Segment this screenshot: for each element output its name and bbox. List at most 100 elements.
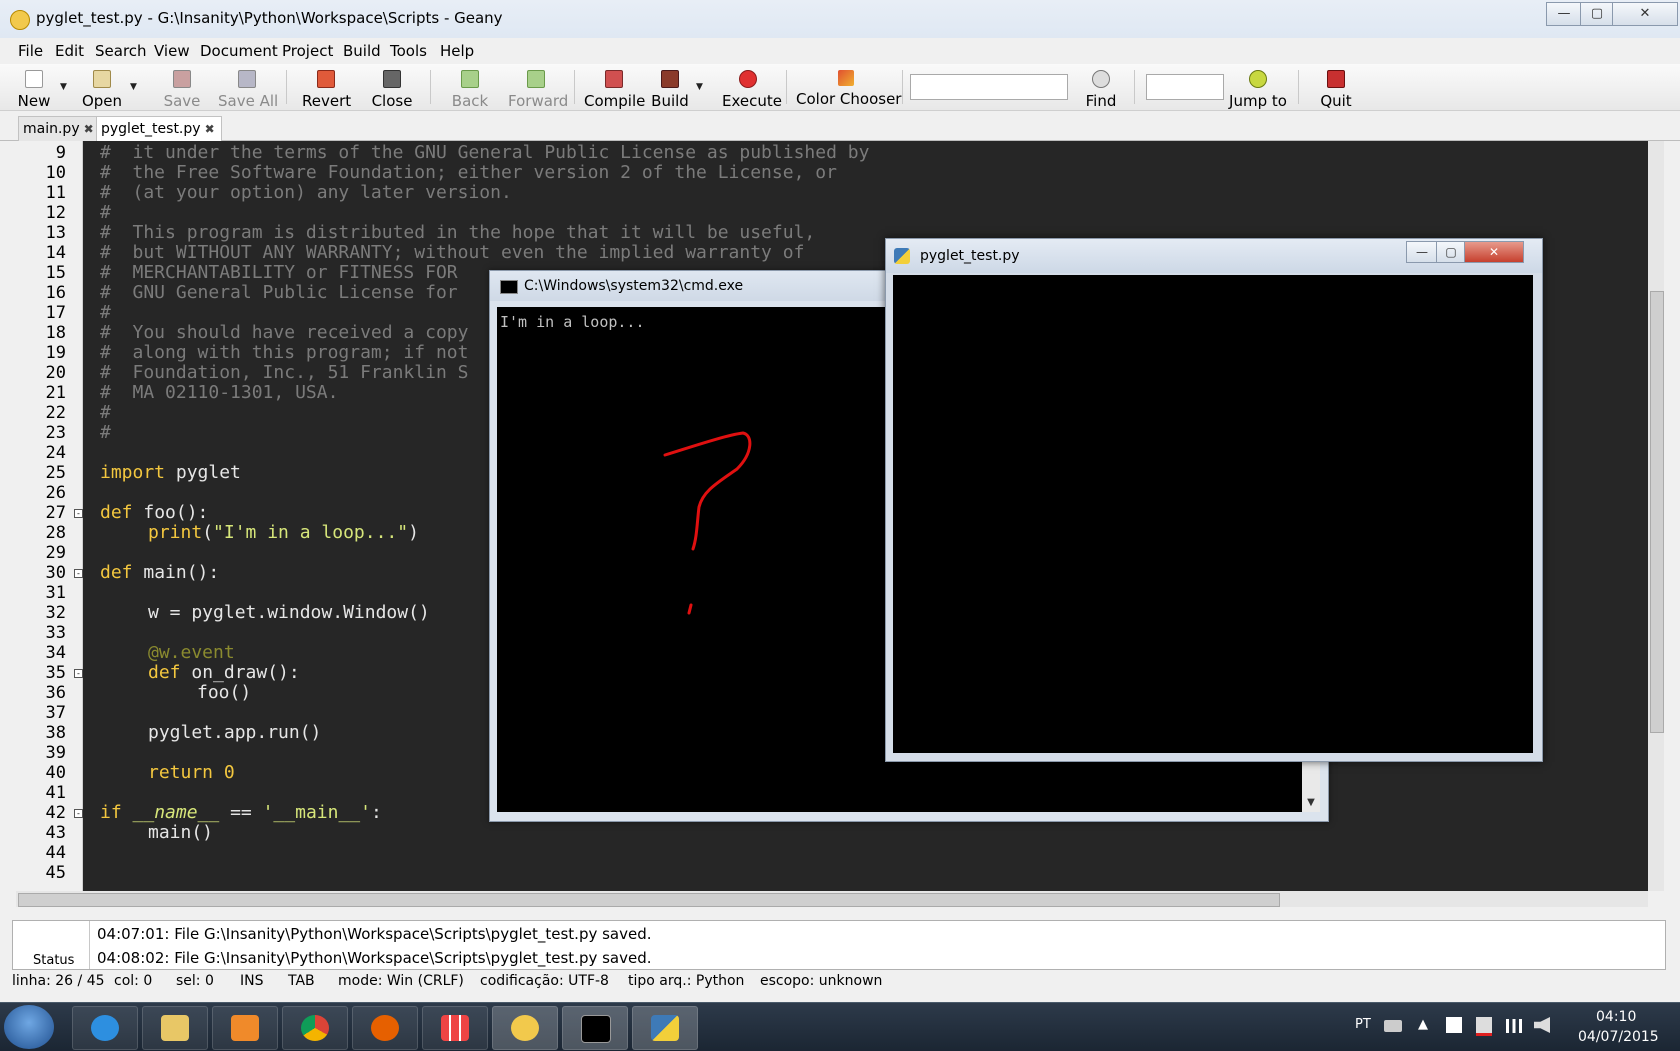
menu-search[interactable]: Search	[95, 42, 147, 60]
taskbar-internet-explorer[interactable]	[72, 1006, 138, 1050]
taskbar-python[interactable]	[632, 1006, 698, 1050]
new-dropdown-arrow[interactable]: ▼	[60, 82, 67, 92]
comment-line: # MA 02110-1301, USA.	[100, 382, 339, 403]
menu-edit[interactable]: Edit	[55, 42, 84, 60]
code-line-main-call: main()	[148, 822, 214, 843]
fold-toggle[interactable]: -	[74, 809, 83, 818]
tab-close-icon[interactable]: ✖	[205, 122, 215, 136]
close-file-button[interactable]: Close	[370, 66, 414, 110]
color-chooser-button[interactable]: Color Chooser	[796, 66, 901, 108]
comment-line: #	[100, 422, 111, 443]
menu-project[interactable]: Project	[282, 42, 333, 60]
language-indicator[interactable]: PT	[1355, 1017, 1371, 1032]
line-number: 43	[45, 823, 66, 843]
comment-line: # Foundation, Inc., 51 Franklin S	[100, 362, 469, 383]
menu-help[interactable]: Help	[440, 42, 474, 60]
comment-line: # (at your option) any later version.	[100, 182, 512, 203]
maximize-button[interactable]: ▢	[1580, 2, 1614, 26]
taskbar-cmd[interactable]	[562, 1006, 628, 1050]
taskbar-firefox[interactable]	[352, 1006, 418, 1050]
windows-flag-icon[interactable]	[1446, 1017, 1462, 1033]
fold-toggle[interactable]: -	[74, 569, 83, 578]
open-dropdown-arrow[interactable]: ▼	[130, 82, 137, 92]
menu-document[interactable]: Document	[200, 42, 278, 60]
volume-icon[interactable]	[1534, 1017, 1550, 1033]
pyglet-title-bar[interactable]: pyglet_test.py — ▢ ✕	[886, 239, 1542, 273]
line-number: 39	[45, 743, 66, 763]
editor-horizontal-scroll-thumb[interactable]	[18, 893, 1280, 907]
revert-button[interactable]: Revert	[302, 66, 351, 110]
minimize-button[interactable]: —	[1546, 2, 1582, 26]
forward-button[interactable]: Forward	[508, 66, 568, 110]
taskbar-media-player[interactable]	[212, 1006, 278, 1050]
save-all-button[interactable]: Save All	[218, 66, 278, 110]
code-line-return: return 0	[148, 762, 235, 783]
open-button[interactable]: Open	[80, 66, 124, 110]
network-icon[interactable]	[1506, 1019, 1522, 1033]
pyglet-close-button[interactable]: ✕	[1464, 241, 1524, 263]
firefox-icon	[371, 1015, 399, 1041]
taskbar-chrome[interactable]	[282, 1006, 348, 1050]
taskbar-geany[interactable]	[492, 1006, 558, 1050]
media-player-icon	[231, 1015, 259, 1041]
line-number: 36	[45, 683, 66, 703]
line-number: 12	[45, 203, 66, 223]
taskbar-app-grid[interactable]	[422, 1006, 488, 1050]
new-button[interactable]: New	[14, 66, 54, 110]
goto-line-input[interactable]	[1146, 74, 1224, 100]
execute-button[interactable]: Execute	[722, 66, 782, 110]
status-col: col: 0	[114, 973, 153, 989]
fold-toggle[interactable]: -	[74, 509, 83, 518]
pyglet-window[interactable]: pyglet_test.py — ▢ ✕	[885, 238, 1543, 762]
taskbar-file-explorer[interactable]	[142, 1006, 208, 1050]
line-number: 23	[45, 423, 66, 443]
editor-vertical-scroll-thumb[interactable]	[1650, 291, 1664, 733]
message-line: 04:08:02: File G:\Insanity\Python\Worksp…	[97, 949, 652, 967]
clock-date[interactable]: 04/07/2015	[1578, 1029, 1659, 1045]
chrome-icon	[301, 1015, 329, 1041]
back-button[interactable]: Back	[450, 66, 490, 110]
menu-tools[interactable]: Tools	[390, 42, 427, 60]
editor-horizontal-scrollbar[interactable]	[16, 891, 1648, 907]
tab-pyglet-test-py[interactable]: pyglet_test.py ✖	[96, 116, 222, 141]
jump-to-button[interactable]: Jump to	[1228, 66, 1288, 110]
line-number: 40	[45, 763, 66, 783]
toolbar-separator	[786, 70, 787, 104]
tab-main-py[interactable]: main.py ✖	[18, 116, 104, 141]
clock-time[interactable]: 04:10	[1596, 1009, 1636, 1025]
scroll-down-arrow-icon[interactable]: ▼	[1302, 794, 1320, 812]
pyglet-minimize-button[interactable]: —	[1406, 241, 1438, 263]
pyglet-render-canvas[interactable]	[893, 275, 1533, 753]
keyboard-icon[interactable]	[1384, 1020, 1402, 1032]
build-dropdown-arrow[interactable]: ▼	[696, 82, 703, 92]
editor-vertical-scrollbar[interactable]	[1648, 141, 1664, 891]
pyglet-window-title: pyglet_test.py	[920, 248, 1020, 264]
action-center-icon[interactable]	[1476, 1017, 1492, 1036]
build-button[interactable]: Build	[650, 66, 690, 110]
quit-button[interactable]: Quit	[1316, 66, 1356, 110]
geany-app-icon	[10, 10, 30, 30]
line-number: 16	[45, 283, 66, 303]
fold-toggle[interactable]: -	[74, 669, 83, 678]
menu-file[interactable]: File	[18, 42, 43, 60]
comment-line: # You should have received a copy	[100, 322, 469, 343]
close-button[interactable]: ✕	[1612, 2, 1678, 26]
title-bar[interactable]: pyglet_test.py - G:\Insanity\Python\Work…	[0, 0, 1680, 39]
menu-build[interactable]: Build	[343, 42, 381, 60]
toolbar-separator	[430, 70, 431, 104]
python-icon	[651, 1015, 679, 1041]
status-tab[interactable]: Status	[33, 953, 74, 968]
comment-line: # but WITHOUT ANY WARRANTY; without even…	[100, 242, 805, 263]
status-sel: sel: 0	[176, 973, 214, 989]
pyglet-maximize-button[interactable]: ▢	[1436, 241, 1466, 263]
start-button[interactable]	[4, 1005, 54, 1049]
find-button[interactable]: Find	[1080, 66, 1122, 110]
save-button[interactable]: Save	[162, 66, 202, 110]
menu-view[interactable]: View	[154, 42, 190, 60]
search-input[interactable]	[910, 74, 1068, 100]
line-number: 32	[45, 603, 66, 623]
compile-button[interactable]: Compile	[584, 66, 645, 110]
tab-close-icon[interactable]: ✖	[84, 122, 94, 136]
tray-expand-arrow-icon[interactable]: ▲	[1418, 1017, 1428, 1032]
execute-icon	[739, 70, 757, 88]
